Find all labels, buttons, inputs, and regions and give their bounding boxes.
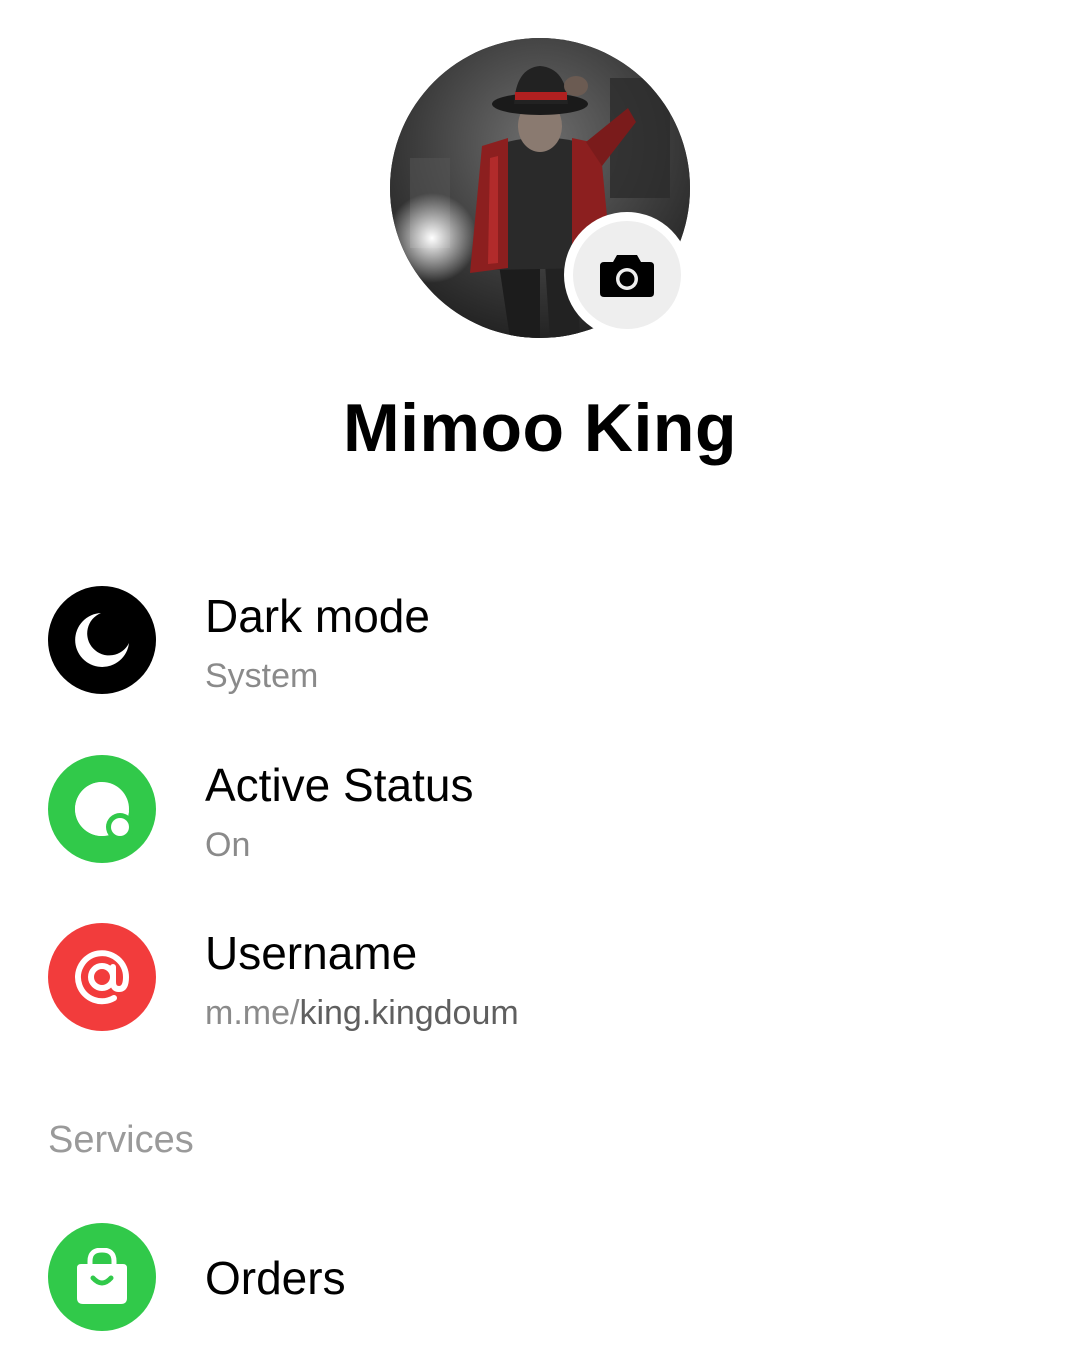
active-status-icon-circle: [48, 755, 156, 863]
username-link-value: king.kingdoum: [299, 994, 519, 1032]
settings-row-dark-mode[interactable]: Dark mode System: [0, 570, 1080, 710]
profile-name: Mimoo King: [342, 390, 738, 466]
settings-row-username[interactable]: Username m.me/king.kingdoum: [0, 907, 1080, 1047]
settings-row-active-status[interactable]: Active Status On: [0, 739, 1080, 879]
services-section-header: Services: [48, 1119, 194, 1161]
active-status-value: On: [205, 826, 251, 864]
camera-icon: [600, 255, 654, 297]
at-sign-icon: [75, 950, 130, 1005]
dark-mode-icon-circle: [48, 586, 156, 694]
username-link-prefix: m.me/: [205, 994, 300, 1032]
change-photo-button-inner: [573, 221, 681, 329]
username-title: Username: [205, 927, 418, 979]
change-photo-button[interactable]: [564, 212, 690, 338]
dark-mode-title: Dark mode: [205, 590, 430, 642]
moon-icon: [75, 613, 129, 667]
profile-avatar-container: [390, 38, 690, 338]
username-value: m.me/king.kingdoum: [205, 991, 519, 1035]
active-status-title: Active Status: [205, 759, 474, 811]
services-row-orders[interactable]: Orders: [0, 1208, 1080, 1348]
active-status-icon: [75, 782, 133, 840]
username-icon-circle: [48, 923, 156, 1031]
orders-title: Orders: [205, 1252, 346, 1304]
shopping-bag-icon: [77, 1248, 127, 1304]
orders-icon-circle: [48, 1223, 156, 1331]
dark-mode-value: System: [205, 657, 319, 695]
